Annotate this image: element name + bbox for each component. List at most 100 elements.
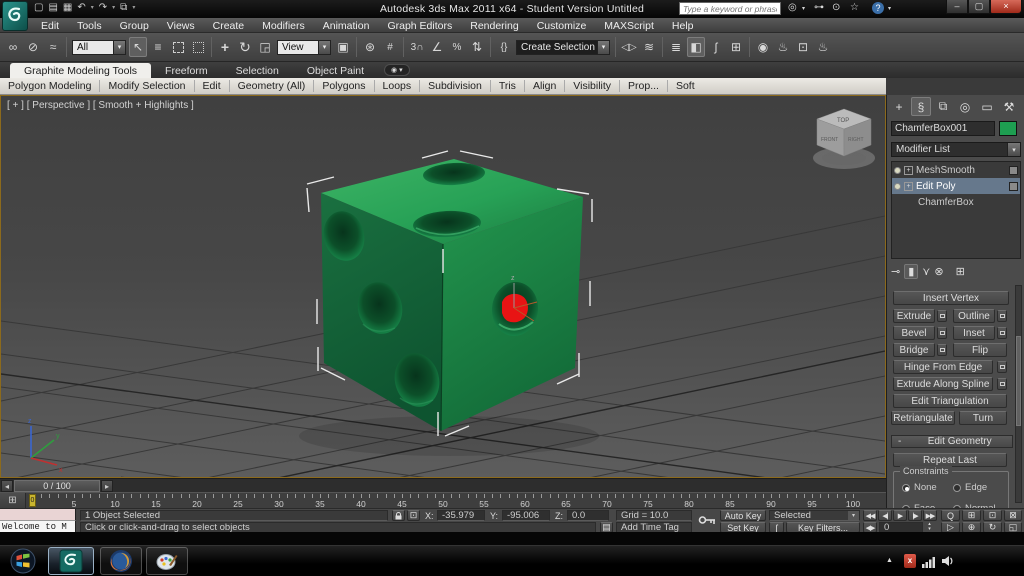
close-button[interactable]: × [990, 0, 1022, 14]
bevel-settings-icon[interactable] [937, 327, 947, 339]
select-and-scale-icon[interactable]: ◲ [256, 37, 274, 57]
ribbon-tab-graphite-modeling-tools[interactable]: Graphite Modeling Tools [10, 63, 152, 78]
selection-filter-dropdown[interactable]: All ▾ [72, 39, 126, 55]
extrude-along-spline-button[interactable]: Extrude Along Spline [893, 377, 993, 391]
create-tab-icon[interactable]: + [889, 97, 909, 116]
menu-group[interactable]: Group [111, 20, 158, 32]
inset-settings-icon[interactable] [997, 327, 1007, 339]
utilities-tab-icon[interactable]: ⚒ [999, 97, 1019, 116]
rollout-collapse-icon[interactable]: - [892, 436, 907, 447]
menu-edit[interactable]: Edit [32, 20, 68, 32]
viewport-label[interactable]: [ + ] [ Perspective ] [ Smooth + Highlig… [7, 100, 194, 111]
modifier-state-icon[interactable] [1009, 181, 1018, 191]
ribbon-panel-polygons[interactable]: Polygons [314, 80, 375, 92]
taskbar-paint-button[interactable] [146, 547, 188, 575]
stack-item-edit-poly[interactable]: + Edit Poly [892, 178, 1020, 194]
macro-recorder-pane[interactable] [0, 509, 76, 521]
graphite-ribbon-toggle-icon[interactable]: ◧ [687, 37, 705, 57]
frame-back-icon[interactable]: ◂ [1, 480, 13, 492]
bind-to-space-warp-icon[interactable]: ≈ [44, 37, 62, 57]
menu-animation[interactable]: Animation [314, 20, 379, 32]
time-slider-handle[interactable]: 0 / 100 [14, 480, 100, 492]
ribbon-panel-soft[interactable]: Soft [668, 80, 703, 92]
snaps-toggle-icon[interactable]: 3 ∩ [408, 37, 426, 57]
bridge-button[interactable]: Bridge [893, 343, 935, 357]
visibility-bulb-icon[interactable] [894, 166, 901, 174]
turn-button[interactable]: Turn [959, 411, 1007, 425]
frame-forward-icon[interactable]: ▸ [101, 480, 113, 492]
help-search-input[interactable] [679, 2, 781, 15]
repeat-last-button[interactable]: Repeat Last [893, 453, 1007, 467]
constraint-radio-edge[interactable]: Edge [953, 480, 1004, 495]
rectangular-selection-region-icon[interactable] [169, 37, 187, 57]
hierarchy-tab-icon[interactable]: ⧉ [933, 97, 953, 116]
ribbon-panel-visibility[interactable]: Visibility [565, 80, 621, 92]
help-icon[interactable]: ? [872, 2, 884, 14]
radio-icon[interactable] [953, 483, 961, 492]
application-menu-button[interactable] [2, 1, 28, 31]
play-icon[interactable]: ▶ [893, 510, 907, 521]
speaker-icon[interactable] [941, 554, 955, 573]
updates-icon[interactable]: ⊙ [832, 2, 840, 13]
select-object-icon[interactable]: ↖ [129, 37, 147, 57]
render-setup-icon[interactable]: ♨ [774, 37, 792, 57]
edit-geometry-rollout-header[interactable]: - Edit Geometry [891, 435, 1013, 448]
pin-stack-icon[interactable]: ⊸ [891, 265, 900, 278]
window-crossing-icon[interactable] [189, 37, 207, 57]
modify-tab-icon[interactable]: § [911, 97, 931, 116]
viewcube-top-label[interactable]: TOP [837, 118, 849, 124]
network-signal-icon[interactable] [922, 554, 936, 573]
y-coordinate-field[interactable]: -95.006 [502, 510, 550, 521]
retriangulate-button[interactable]: Retriangulate [891, 411, 955, 425]
outline-settings-icon[interactable] [997, 310, 1007, 322]
ribbon-panel-subdivision[interactable]: Subdivision [420, 80, 491, 92]
select-and-manipulate-icon[interactable]: ⊛ [361, 37, 379, 57]
mirror-icon[interactable]: ◁▷ [620, 37, 638, 57]
minimize-button[interactable]: – [946, 0, 968, 14]
ribbon-panel-polygon-modeling[interactable]: Polygon Modeling [0, 80, 101, 92]
taskbar-3dsmax-button[interactable] [48, 547, 94, 575]
menu-maxscript[interactable]: MAXScript [595, 20, 663, 32]
configure-modifier-sets-icon[interactable]: ⊞ [956, 265, 965, 278]
search-icon[interactable]: ◎ [788, 2, 797, 13]
viewcube-right-label[interactable]: RIGHT [848, 137, 864, 143]
timeline-caret[interactable]: 0 [29, 494, 36, 507]
zoom-extents-icon[interactable]: ⊡ [983, 510, 1002, 521]
menu-tools[interactable]: Tools [68, 20, 111, 32]
go-to-end-icon[interactable]: ▶▶ [923, 510, 937, 521]
remove-modifier-icon[interactable]: ⊗ [934, 265, 943, 278]
ribbon-tab-selection[interactable]: Selection [222, 63, 293, 78]
keyboard-shortcut-override-icon[interactable]: # [381, 37, 399, 57]
mini-curve-editor-icon[interactable]: ⊞ [0, 493, 26, 509]
inset-button[interactable]: Inset [953, 326, 995, 340]
menu-customize[interactable]: Customize [528, 20, 596, 32]
next-frame-icon[interactable]: |▶ [908, 510, 922, 521]
angle-snap-icon[interactable]: ∠ [428, 37, 446, 57]
modifier-state-icon[interactable] [1009, 165, 1018, 175]
rendered-frame-window-icon[interactable]: ⊡ [794, 37, 812, 57]
chamferbox-dice[interactable]: z [319, 159, 583, 432]
select-and-move-icon[interactable]: + [216, 37, 234, 57]
zoom-all-icon[interactable]: ⊞ [962, 510, 981, 521]
extrude-spline-settings-icon[interactable] [997, 378, 1007, 390]
menu-rendering[interactable]: Rendering [461, 20, 527, 32]
select-and-link-icon[interactable]: ∞ [4, 37, 22, 57]
percent-snap-icon[interactable]: % [448, 37, 466, 57]
set-keys-icon[interactable] [698, 512, 716, 533]
display-tab-icon[interactable]: ▭ [977, 97, 997, 116]
menu-help[interactable]: Help [663, 20, 703, 32]
auto-key-button[interactable]: Auto Key [720, 510, 766, 521]
ribbon-tab-object-paint[interactable]: Object Paint [293, 63, 378, 78]
ribbon-panel-tris[interactable]: Tris [491, 80, 525, 92]
ribbon-panel-align[interactable]: Align [525, 80, 566, 92]
ribbon-panel-loops[interactable]: Loops [375, 80, 421, 92]
ribbon-tab-freeform[interactable]: Freeform [151, 63, 222, 78]
help-dropdown-icon[interactable]: ▾ [888, 5, 891, 12]
timeline-ruler[interactable]: 0 05101520253035404550556065707580859095… [26, 493, 886, 509]
show-end-result-icon[interactable]: ▮ [904, 263, 919, 279]
constraint-radio-none[interactable]: None [902, 480, 953, 495]
select-by-name-icon[interactable]: ≡ [149, 37, 167, 57]
key-filter-dropdown[interactable]: Selected ▾ [769, 510, 860, 521]
object-color-swatch[interactable] [999, 121, 1017, 136]
extrude-button[interactable]: Extrude [893, 309, 935, 323]
